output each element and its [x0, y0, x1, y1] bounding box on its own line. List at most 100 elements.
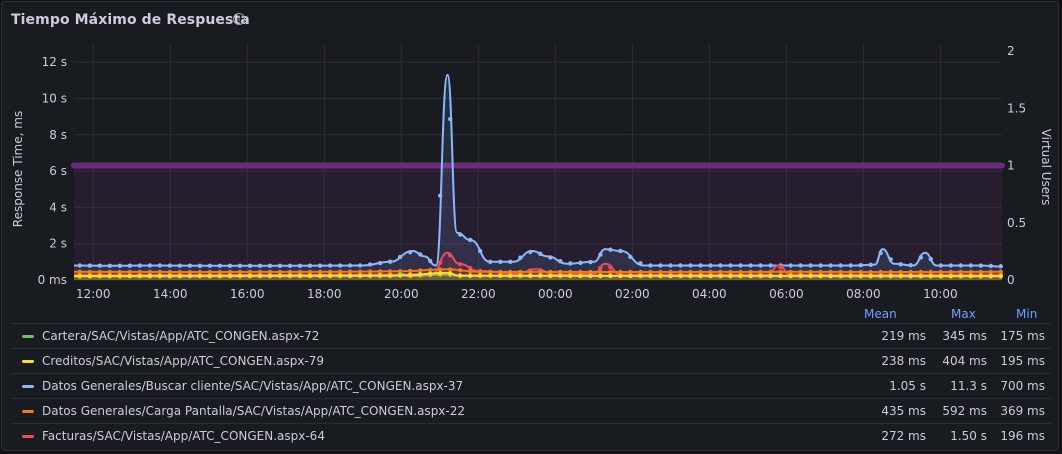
series-name[interactable]: Creditos/SAC/Vistas/App/ATC_CONGEN.aspx-…	[42, 354, 324, 368]
data-point	[738, 273, 743, 278]
mean-header[interactable]: Mean	[864, 307, 897, 321]
data-point	[648, 273, 653, 278]
data-point	[277, 263, 283, 268]
legend-table: Mean Max Min Cartera/SAC/Vistas/App/ATC_…	[11, 307, 1051, 448]
data-point	[958, 273, 963, 279]
series-min: 175 ms	[1000, 329, 1045, 343]
data-point	[568, 273, 573, 278]
x-tick-label: 04:00	[692, 287, 727, 301]
legend-row[interactable]: Creditos/SAC/Vistas/App/ATC_CONGEN.aspx-…	[11, 348, 1051, 373]
data-point	[187, 269, 193, 275]
data-point	[247, 263, 253, 268]
data-point	[147, 273, 153, 279]
data-point	[848, 269, 853, 275]
series-name[interactable]: Cartera/SAC/Vistas/App/ATC_CONGEN.aspx-7…	[42, 329, 319, 343]
data-point	[127, 269, 132, 275]
series-min: 369 ms	[1000, 404, 1045, 418]
data-point	[187, 263, 193, 268]
legend-row[interactable]: Facturas/SAC/Vistas/App/ATC_CONGEN.aspx-…	[11, 423, 1051, 448]
data-point	[918, 255, 923, 260]
max-header[interactable]: Max	[951, 307, 976, 321]
y2-axis-label: Virtual Users	[1039, 129, 1053, 206]
data-point	[448, 271, 453, 276]
data-point	[257, 273, 263, 278]
data-point	[598, 269, 603, 275]
data-point	[137, 269, 142, 275]
data-point	[438, 270, 443, 276]
series-name[interactable]: Facturas/SAC/Vistas/App/ATC_CONGEN.aspx-…	[42, 429, 325, 443]
data-point	[908, 263, 913, 268]
data-point	[297, 269, 303, 275]
data-point	[337, 269, 343, 274]
data-point	[838, 273, 843, 279]
data-point	[988, 269, 993, 275]
y2-tick-label: 0.5	[1007, 216, 1026, 230]
data-point	[548, 273, 553, 278]
data-point	[848, 263, 853, 268]
data-point	[217, 273, 223, 279]
data-point	[928, 269, 933, 275]
data-point	[628, 273, 633, 278]
data-point	[578, 260, 583, 265]
data-point	[608, 273, 613, 278]
data-point	[998, 273, 1003, 279]
series-mean: 219 ms	[881, 329, 926, 343]
series-color-swatch	[22, 410, 34, 413]
data-point	[668, 273, 673, 278]
data-point	[327, 263, 333, 268]
data-point	[648, 269, 653, 275]
data-point	[728, 273, 733, 278]
chart-panel: Tiempo Máximo de Respuesta i 0 ms 2 s4 s6…	[1, 1, 1059, 451]
data-point	[287, 269, 293, 275]
series-name[interactable]: Datos Generales/Carga Pantalla/SAC/Vista…	[42, 404, 465, 418]
data-point	[518, 273, 523, 278]
data-point	[638, 261, 643, 266]
data-point	[768, 269, 773, 274]
data-point	[708, 273, 713, 278]
legend-row[interactable]: Datos Generales/Buscar cliente/SAC/Vista…	[11, 373, 1051, 398]
legend-row[interactable]: Datos Generales/Carga Pantalla/SAC/Vista…	[11, 398, 1051, 423]
data-point	[127, 263, 132, 268]
series-max: 11.3 s	[950, 379, 987, 393]
data-point	[758, 263, 763, 268]
data-point	[938, 273, 943, 279]
data-point	[768, 263, 773, 268]
data-point	[788, 269, 793, 274]
y-axis-label: Response Time, ms	[11, 111, 25, 227]
data-point	[638, 269, 643, 275]
data-point	[838, 263, 843, 268]
data-point	[948, 263, 953, 268]
data-point	[568, 269, 573, 275]
data-point	[968, 273, 973, 279]
series-max: 1.50 s	[950, 429, 987, 443]
data-point	[738, 269, 743, 275]
data-point	[237, 269, 243, 275]
y-tick-label: 12 s	[42, 55, 67, 69]
data-point	[598, 252, 603, 257]
series-min: 700 ms	[1000, 379, 1045, 393]
series-name[interactable]: Datos Generales/Buscar cliente/SAC/Vista…	[42, 379, 463, 393]
data-point	[688, 273, 693, 278]
data-point	[347, 273, 353, 278]
data-point	[97, 273, 103, 279]
min-header[interactable]: Min	[1016, 307, 1037, 321]
y2-axis-ticks: 0 0.5 1 1.5 2	[1007, 44, 1026, 287]
legend-row[interactable]: Cartera/SAC/Vistas/App/ATC_CONGEN.aspx-7…	[11, 323, 1051, 348]
data-point	[818, 269, 823, 275]
data-point	[377, 260, 383, 266]
data-point	[978, 273, 983, 279]
series-color-swatch	[22, 385, 34, 388]
data-point	[207, 269, 213, 275]
data-point	[718, 269, 723, 275]
data-point	[558, 269, 563, 275]
data-point	[748, 263, 753, 268]
data-point	[658, 263, 663, 268]
data-point	[548, 269, 553, 275]
data-point	[257, 263, 263, 268]
data-point	[588, 259, 593, 265]
series-max: 592 ms	[942, 404, 987, 418]
data-point	[117, 273, 123, 279]
data-point	[858, 269, 863, 275]
data-point	[207, 263, 213, 268]
data-point	[367, 273, 373, 278]
